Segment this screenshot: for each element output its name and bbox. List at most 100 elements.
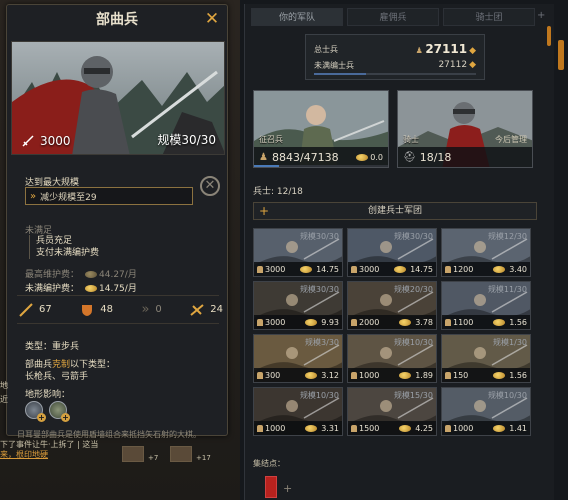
regiment-count: 1100 <box>445 318 473 327</box>
reduce-scale-button[interactable]: » 减少规模至29 <box>25 187 193 205</box>
regiment-scale: 规模12/30 <box>487 232 527 241</box>
max-maintenance: 最高维护费： 44.27/月 <box>25 267 137 280</box>
gold-icon: ◆ <box>469 60 476 70</box>
regiment-cost: 3.31 <box>305 424 339 433</box>
regiment-footer: 1100 1.56 <box>442 315 530 329</box>
regiment-card[interactable]: 规模1/30 150 1.56 <box>441 334 531 383</box>
soldier-icon <box>257 265 263 273</box>
knights-label: 骑士 <box>403 135 419 144</box>
regiment-card[interactable]: 规模12/30 1200 3.40 <box>441 228 531 277</box>
regiment-footer: 3000 9.93 <box>254 315 342 329</box>
levy-card[interactable]: 征召兵 ♟ 8843/47138 0.0 <box>253 90 389 168</box>
regiment-card[interactable]: 规模10/30 1000 3.31 <box>253 387 343 436</box>
coin-icon <box>300 265 313 273</box>
total-soldiers-label: 总士兵 <box>314 44 338 54</box>
terrain-hills-icon[interactable]: + <box>25 401 46 422</box>
soldier-icon <box>351 371 357 379</box>
regiment-card[interactable]: 规模30/30 3000 9.93 <box>253 281 343 330</box>
regiment-scale: 规模3/30 <box>305 338 339 347</box>
coin-icon <box>305 318 318 326</box>
create-regiment-label: 创建兵士军团 <box>367 206 422 216</box>
knights-footer: ⛑ 18/18 <box>398 147 532 167</box>
soldier-icon <box>257 318 263 326</box>
regiment-cost: 1.41 <box>493 424 527 433</box>
tab-mercenaries[interactable]: 雇佣兵 <box>347 8 439 26</box>
scrollbar[interactable] <box>547 26 551 46</box>
regiment-footer: 1000 3.31 <box>254 421 342 435</box>
regiment-card[interactable]: 规模10/30 1000 1.41 <box>441 387 531 436</box>
regiment-count: 1000 <box>445 424 473 433</box>
knights-card[interactable]: 骑士 今后管理 ⛑ 18/18 <box>397 90 533 168</box>
regiment-count: 300 <box>257 371 280 380</box>
regiment-cost: 3.78 <box>399 318 433 327</box>
soldier-icon <box>257 371 263 379</box>
regiment-card[interactable]: 规模20/30 2000 3.78 <box>347 281 437 330</box>
regiment-footer: 150 1.56 <box>442 368 530 382</box>
coin-icon <box>85 271 98 278</box>
coin-icon <box>493 371 506 379</box>
soldier-icon <box>351 424 357 432</box>
regiment-card[interactable]: 规模3/30 300 3.12 <box>253 334 343 383</box>
army-panel: 你的军队 雇佣兵 骑士团 + 总士兵 ♟ 27111 ◆ 未满编士兵 27112 ◆ <box>244 4 554 500</box>
regiment-scale: 规模11/30 <box>487 285 527 294</box>
coin-icon <box>85 285 98 292</box>
soldier-icon <box>445 265 451 273</box>
regiment-card[interactable]: 规模30/30 3000 14.75 <box>253 228 343 277</box>
regiment-scale: 规模10/30 <box>487 391 527 400</box>
create-regiment-button[interactable]: + 创建兵士军团 <box>253 202 537 220</box>
plus-icon: + <box>259 204 270 218</box>
scale-stat: 规模30/30 <box>157 133 216 147</box>
soldier-icon: ♟ <box>259 151 268 163</box>
regiment-count: 2000 <box>351 318 379 327</box>
tab-your-army[interactable]: 你的军队 <box>251 8 343 26</box>
regiment-scale: 规模30/30 <box>299 285 339 294</box>
event-count: +7 <box>148 454 159 462</box>
soldier-progress-bar <box>314 73 476 75</box>
coin-icon <box>356 153 369 161</box>
chevron-down-icon: » <box>30 190 37 202</box>
regiment-footer: 1000 1.89 <box>348 368 436 382</box>
regiment-card[interactable]: 规模30/30 3000 14.75 <box>347 228 437 277</box>
regiment-card[interactable]: 规模10/30 1000 1.89 <box>347 334 437 383</box>
event-link[interactable]: 来，根印地硬 <box>0 450 120 460</box>
panel-title: 部曲兵 <box>96 12 138 28</box>
counter-values: 长枪兵、弓箭手 <box>25 372 89 382</box>
regiment-card[interactable]: 规模15/30 1500 4.25 <box>347 387 437 436</box>
unfilled-soldiers-label: 未满编士兵 <box>314 60 354 70</box>
rally-point-label: 集结点： <box>253 459 285 468</box>
tab-knight-orders[interactable]: 骑士团 <box>443 8 535 26</box>
ranged-icon: » <box>141 302 150 317</box>
add-rally-point-button[interactable]: + <box>283 482 292 495</box>
unit-portrait: 3000 规模30/30 <box>11 41 225 155</box>
unfilled-maintenance-label: 未满编护费： <box>25 284 80 294</box>
regiment-count: 3000 <box>351 265 379 274</box>
coin-icon <box>399 371 412 379</box>
soldier-icon <box>351 265 357 273</box>
terrain-title: 地形影响： <box>25 390 71 400</box>
soldier-icon <box>445 318 451 326</box>
sword-icon <box>22 135 34 147</box>
regiment-card[interactable]: 规模11/30 1100 1.56 <box>441 281 531 330</box>
divider <box>17 295 219 296</box>
tab-extra[interactable]: + <box>537 10 545 21</box>
unfilled-soldiers: 27112 ◆ <box>438 60 476 70</box>
coin-icon <box>399 318 412 326</box>
background-text: 地 <box>0 381 8 390</box>
rally-flag-icon[interactable] <box>265 476 277 498</box>
levy-label: 征召兵 <box>259 135 283 144</box>
terrain-forest-icon[interactable]: + <box>49 401 70 422</box>
regiment-grid: 规模30/30 3000 14.75 规模30/30 3000 14.75 规模12/30 1… <box>253 228 537 436</box>
unit-detail-panel: 部曲兵 ✕ 3000 规模30/30 达到最大规模 » 减少规模至29 ✕ 未满… <box>6 4 228 439</box>
close-button[interactable]: ✕ <box>203 10 221 28</box>
scrollbar[interactable] <box>558 40 564 70</box>
event-text: 下了事件让牛·上拆了 | 这当 来，根印地硬 <box>0 440 120 460</box>
regiment-scale: 规模30/30 <box>393 232 433 241</box>
attack-stat: 3000 <box>22 134 71 148</box>
total-soldiers-row: 总士兵 ♟ 27111 ◆ <box>314 41 476 57</box>
regiment-cost: 1.89 <box>399 371 433 380</box>
regiment-count: 3000 <box>257 318 285 327</box>
soldier-icon <box>445 424 451 432</box>
regiment-cost: 14.75 <box>394 265 433 274</box>
cancel-icon[interactable]: ✕ <box>200 176 220 196</box>
helmet-icon: ⛑ <box>403 151 416 163</box>
